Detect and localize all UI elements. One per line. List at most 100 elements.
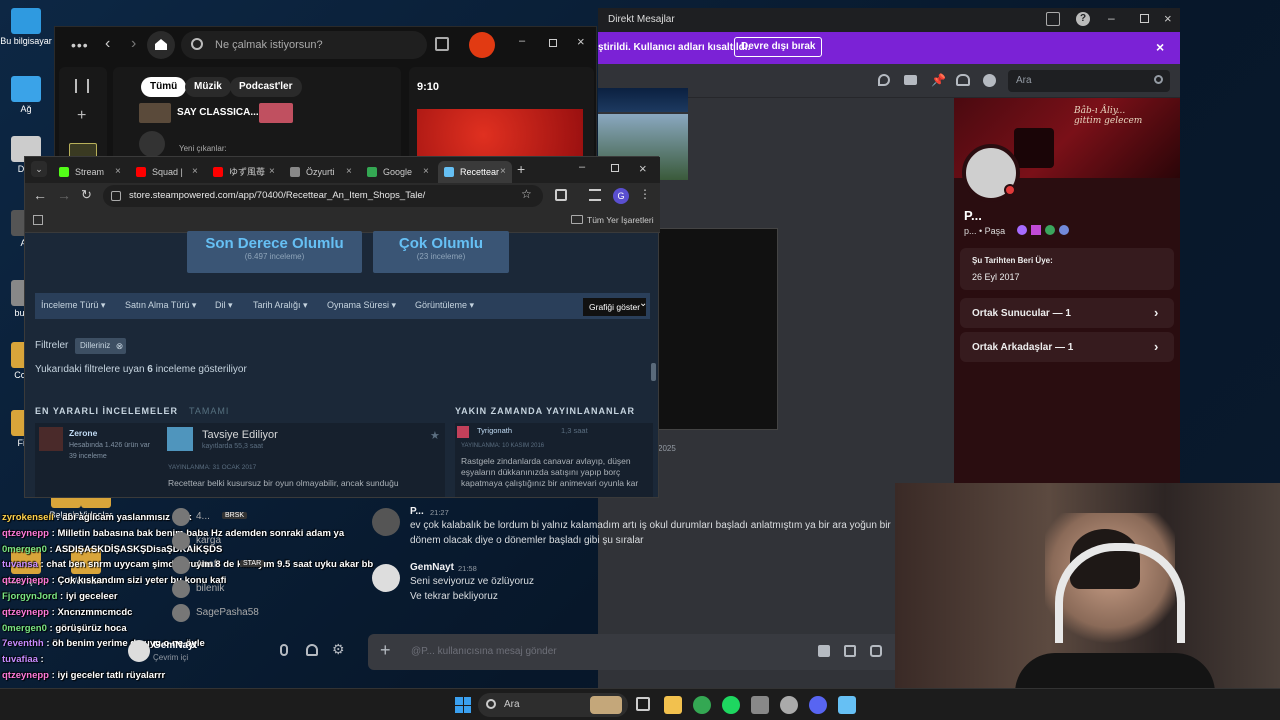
pin-icon[interactable]: 📌 bbox=[931, 73, 946, 87]
voice-call-icon[interactable] bbox=[878, 74, 890, 86]
close-icon[interactable]: × bbox=[1164, 11, 1172, 26]
message-author[interactable]: P... bbox=[410, 506, 424, 517]
tab-close-icon[interactable]: × bbox=[115, 161, 121, 183]
filter-dropdown[interactable]: Oynama Süresi ▾ bbox=[327, 300, 396, 311]
add-attachment-icon[interactable]: + bbox=[380, 640, 391, 661]
inbox-icon[interactable] bbox=[1046, 12, 1060, 26]
album-thumbnail[interactable] bbox=[259, 103, 293, 123]
task-view-icon[interactable] bbox=[636, 697, 650, 711]
tab-close-icon[interactable]: × bbox=[346, 161, 352, 183]
minimize-icon[interactable]: – bbox=[519, 35, 525, 47]
filter-dropdown[interactable]: İnceleme Türü ▾ bbox=[41, 300, 105, 311]
maximize-icon[interactable] bbox=[611, 164, 619, 172]
member-row[interactable]: 4... BRSK bbox=[172, 508, 352, 528]
album-thumbnail[interactable] bbox=[139, 103, 171, 123]
steam-icon[interactable] bbox=[838, 696, 856, 714]
member-row[interactable]: SagePasha58 bbox=[172, 604, 352, 624]
browser-tab[interactable]: Squad | × bbox=[130, 161, 204, 183]
recent-reviewer-name[interactable]: Tyrigonath bbox=[477, 426, 512, 435]
spotify-icon[interactable] bbox=[722, 696, 740, 714]
tab-close-icon[interactable]: × bbox=[192, 161, 198, 183]
screenshot-attachment[interactable] bbox=[658, 228, 778, 430]
maximize-icon[interactable] bbox=[1140, 14, 1149, 23]
obs-icon[interactable] bbox=[780, 696, 798, 714]
maximize-icon[interactable] bbox=[549, 39, 557, 47]
tab-close-icon[interactable]: × bbox=[269, 161, 275, 183]
site-info-icon[interactable] bbox=[111, 191, 121, 201]
reviewer-name[interactable]: Zerone bbox=[69, 428, 97, 438]
menu-kebab-icon[interactable]: ⋮ bbox=[639, 187, 651, 201]
member-row[interactable]: bilenik bbox=[172, 580, 352, 600]
tab-close-icon[interactable]: × bbox=[423, 161, 429, 183]
browser-tab[interactable]: Google × bbox=[361, 161, 435, 183]
store-icon[interactable] bbox=[751, 696, 769, 714]
video-call-icon[interactable] bbox=[904, 75, 917, 85]
remove-filter-icon[interactable]: ⊗ bbox=[116, 338, 124, 354]
taskbar-search[interactable]: Ara bbox=[478, 693, 628, 717]
minimize-icon[interactable]: – bbox=[1108, 11, 1115, 25]
browser-tab[interactable]: Stream × bbox=[53, 161, 127, 183]
start-windows-icon[interactable] bbox=[455, 697, 471, 713]
browser-tab[interactable]: Recettear × bbox=[438, 161, 512, 183]
message-composer[interactable]: + @P... kullanıcısına mesaj gönder bbox=[368, 634, 954, 670]
award-icon[interactable]: ★ bbox=[430, 429, 440, 442]
spotify-search-input[interactable]: Ne çalmak istiyorsun? bbox=[181, 31, 427, 59]
more-options-icon[interactable]: ••• bbox=[71, 37, 89, 53]
tab-close-icon[interactable]: × bbox=[500, 161, 506, 183]
gift-icon[interactable] bbox=[818, 645, 830, 657]
home-button[interactable] bbox=[147, 31, 175, 59]
add-friend-icon[interactable] bbox=[956, 74, 970, 86]
browse-icon[interactable] bbox=[435, 37, 449, 51]
filter-dropdown[interactable]: Satın Alma Türü ▾ bbox=[125, 300, 196, 311]
browser-tab[interactable]: Özyurti × bbox=[284, 161, 358, 183]
create-playlist-icon[interactable]: + bbox=[77, 107, 86, 125]
graph-chevron-icon[interactable]: ⌄ bbox=[639, 298, 647, 309]
reviewer-avatar[interactable] bbox=[39, 427, 63, 451]
now-playing-artwork[interactable] bbox=[417, 109, 583, 161]
notice-close-icon[interactable]: × bbox=[1156, 39, 1164, 55]
message-avatar[interactable] bbox=[372, 564, 400, 592]
artist-avatar[interactable] bbox=[139, 131, 165, 157]
address-bar[interactable]: store.steampowered.com/app/70400/Recette… bbox=[103, 185, 543, 207]
settings-gear-icon[interactable]: ⚙ bbox=[332, 641, 345, 658]
gif-icon[interactable] bbox=[844, 645, 856, 657]
mutual-friends-row[interactable]: Ortak Arkadaşlar — 1 › bbox=[960, 332, 1174, 362]
sticker-icon[interactable] bbox=[870, 645, 882, 657]
profile-avatar[interactable] bbox=[469, 32, 495, 58]
filter-dropdown[interactable]: Tarih Aralığı ▾ bbox=[253, 300, 308, 311]
help-icon[interactable]: ? bbox=[1076, 12, 1090, 26]
discord-icon[interactable] bbox=[809, 696, 827, 714]
filter-all[interactable]: Tümü bbox=[141, 77, 187, 97]
show-graph-button[interactable]: Grafiği göster bbox=[583, 298, 647, 316]
file-explorer-icon[interactable] bbox=[664, 696, 682, 714]
close-icon[interactable]: × bbox=[639, 161, 647, 176]
headphones-icon[interactable] bbox=[306, 644, 318, 656]
helpful-period[interactable]: TAMAMI bbox=[189, 406, 229, 416]
profile-avatar[interactable]: G bbox=[613, 188, 629, 204]
desktop-icon[interactable]: Ağ bbox=[0, 76, 52, 114]
new-tab-icon[interactable]: + bbox=[517, 161, 525, 177]
library-icon[interactable] bbox=[75, 79, 89, 93]
extensions-icon[interactable] bbox=[555, 189, 567, 201]
filter-music[interactable]: Müzik bbox=[185, 77, 231, 97]
desktop-icon[interactable]: Bu bilgisayar bbox=[0, 8, 52, 46]
member-row[interactable]: Anaf STAR bbox=[172, 556, 352, 576]
apps-grid-icon[interactable] bbox=[33, 215, 43, 225]
message-author[interactable]: GemNayt bbox=[410, 562, 454, 573]
active-filter-chip[interactable]: Dilleriniz ⊗ bbox=[75, 338, 127, 354]
image-attachment[interactable] bbox=[598, 88, 688, 112]
tab-search-icon[interactable]: ⌄ bbox=[31, 161, 47, 177]
discord-search-input[interactable]: Ara bbox=[1008, 70, 1170, 92]
card-title[interactable]: SAY CLASSICA... bbox=[177, 107, 259, 118]
message-avatar[interactable] bbox=[372, 508, 400, 536]
back-arrow-icon[interactable]: ‹ bbox=[105, 35, 110, 53]
all-bookmarks-label[interactable]: Tüm Yer İşaretleri bbox=[587, 215, 654, 225]
back-arrow-icon[interactable]: ← bbox=[33, 187, 47, 203]
user-profile-icon[interactable] bbox=[983, 74, 996, 87]
microphone-icon[interactable] bbox=[280, 644, 288, 656]
browser-tab[interactable]: ゆず風苺 × bbox=[207, 161, 281, 183]
bookmark-star-icon[interactable]: ☆ bbox=[521, 187, 532, 201]
user-avatar[interactable] bbox=[128, 640, 150, 662]
page-scrollbar[interactable] bbox=[651, 363, 656, 381]
filter-dropdown[interactable]: Görüntüleme ▾ bbox=[415, 300, 474, 311]
